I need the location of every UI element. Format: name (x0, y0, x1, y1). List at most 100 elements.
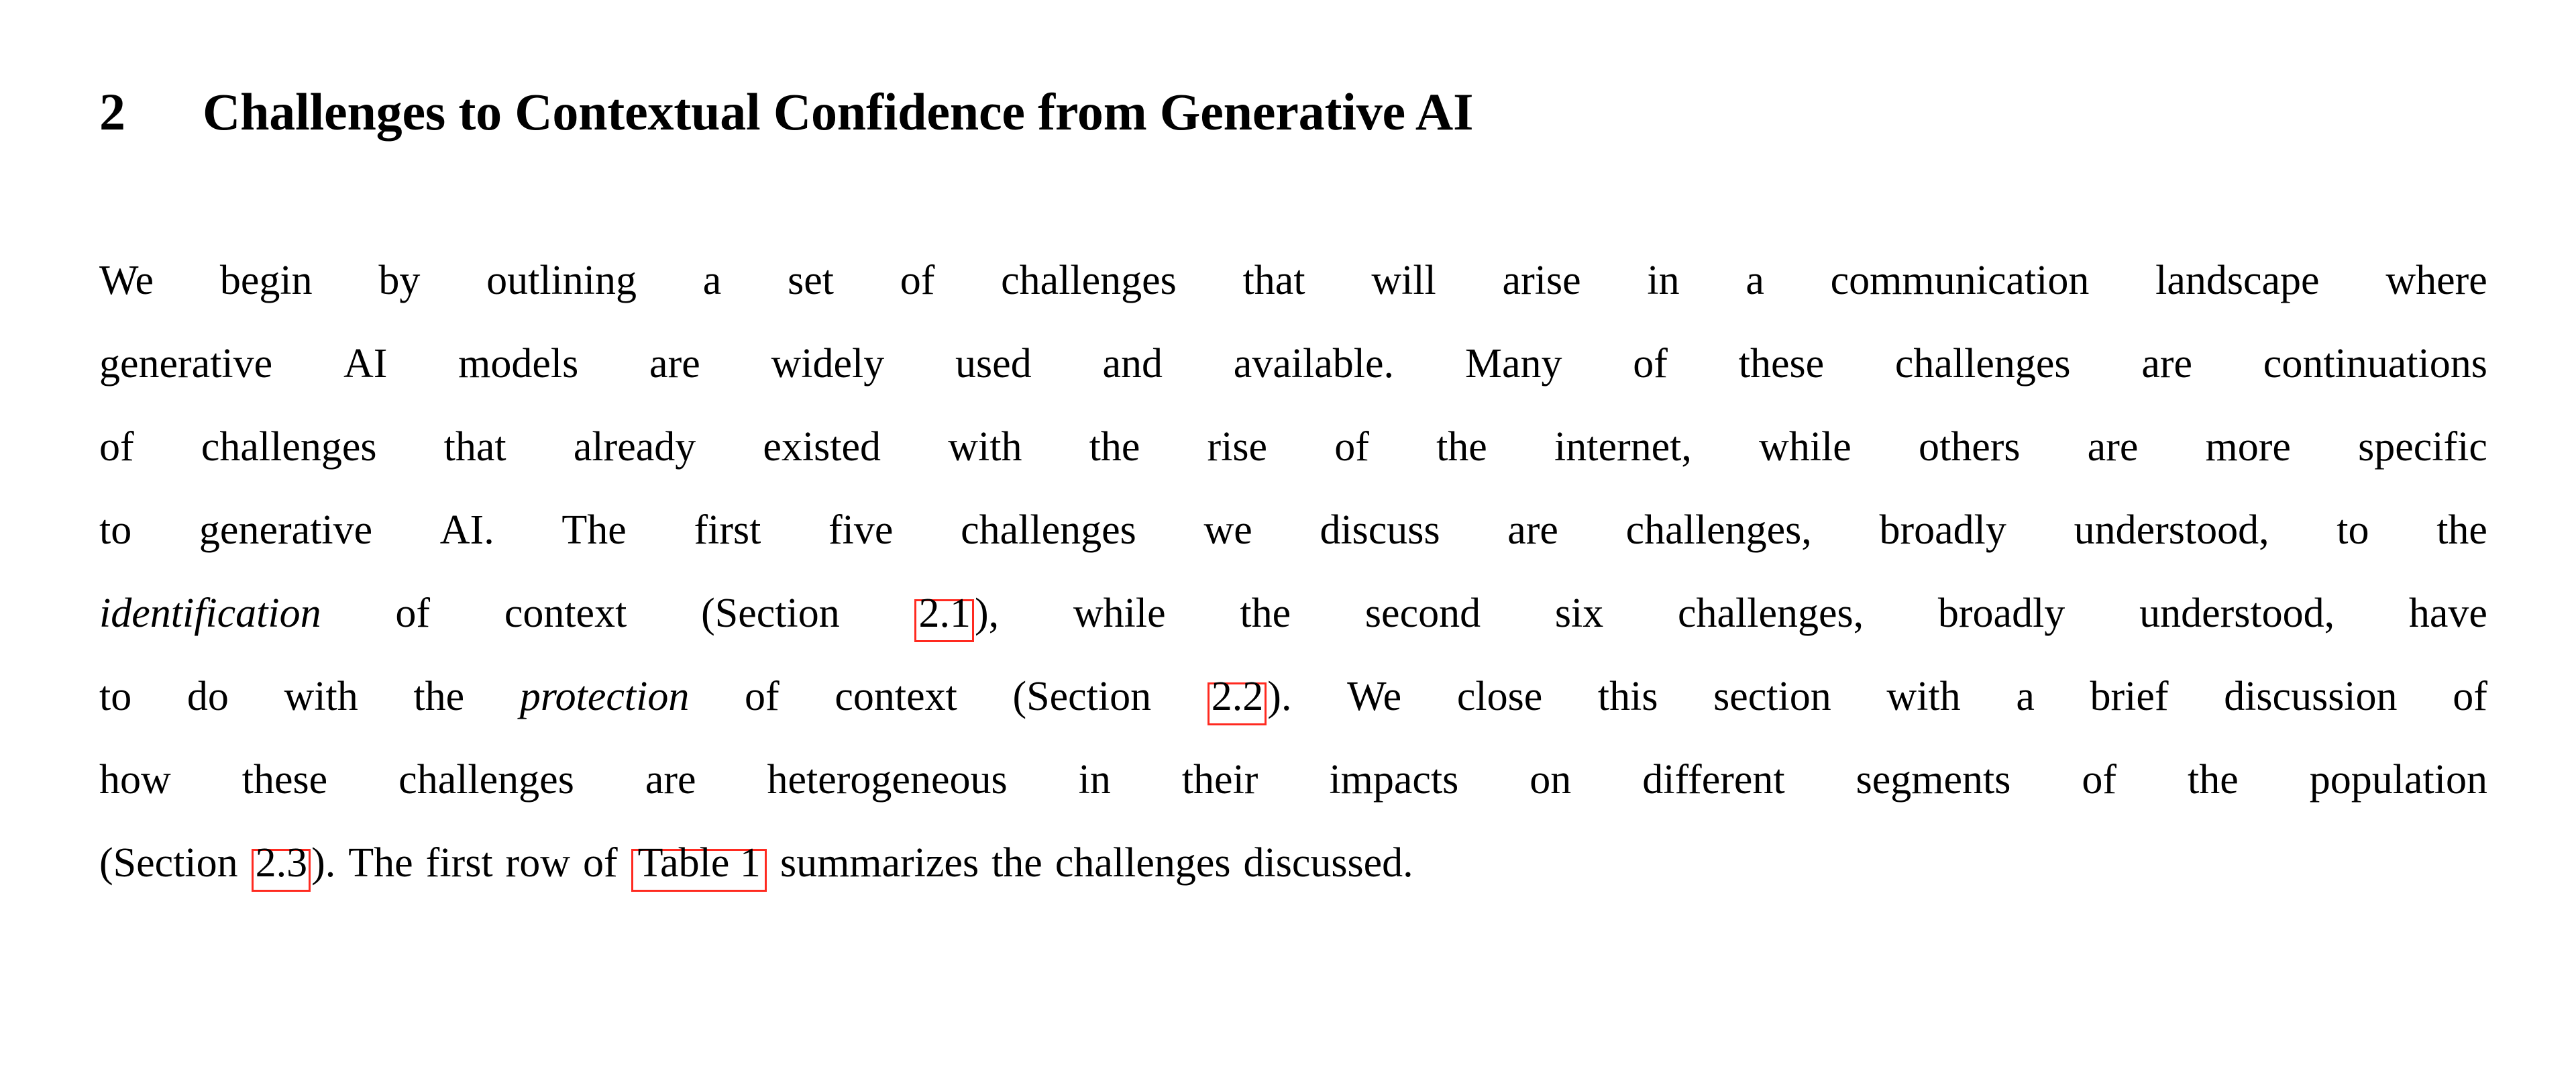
word: first (425, 840, 493, 886)
section-title: Challenges to Contextual Confidence from… (203, 83, 1474, 141)
trailing-punctuation: ). (1267, 674, 1292, 719)
word: broadly (1937, 590, 2065, 636)
word: challenges (1894, 341, 2071, 387)
word: impacts (1329, 757, 1459, 803)
word: We (1347, 674, 1402, 719)
word: have (2408, 590, 2487, 636)
word: continuations (2263, 341, 2487, 387)
word: summarizes (780, 840, 979, 886)
trailing-punctuation: ). (311, 840, 336, 886)
word: six (1554, 590, 1604, 636)
word: discussed. (1243, 840, 1413, 886)
word: The (348, 840, 413, 886)
word: (Section (701, 590, 840, 636)
word: the (2188, 757, 2239, 803)
word: arise (1502, 258, 1581, 303)
word: widely (771, 341, 885, 387)
word: to (2337, 507, 2369, 553)
word: generative (199, 507, 373, 553)
word: by (378, 258, 421, 303)
word: identification (99, 572, 321, 655)
word: of (900, 258, 935, 303)
paragraph-line: to generative AI. The first five challenges we d… (99, 489, 2487, 572)
word: challenges (201, 424, 377, 470)
word: challenges (961, 507, 1136, 553)
word: internet, (1554, 424, 1692, 470)
word: different (1642, 757, 1785, 803)
cross-reference-label: Table 1 (637, 840, 761, 886)
word: we (1203, 507, 1252, 553)
word: how (99, 757, 171, 803)
word: the (1089, 424, 1140, 470)
paragraph-line: (Section 2.3). The first row of Table 1 summari… (99, 821, 2487, 905)
paragraph-line: how these challenges are heterogeneous in thei… (99, 738, 2487, 821)
word: AI. (439, 507, 494, 553)
word: of (2082, 757, 2117, 803)
word: the (2436, 507, 2487, 553)
word: with (1886, 674, 1961, 719)
paragraph-line: of challenges that already existed with the ris… (99, 405, 2487, 489)
word: row (505, 840, 570, 886)
paragraph-line: to do with the protection of context (Section 2.… (99, 655, 2487, 738)
word: challenges (1001, 258, 1177, 303)
word: already (573, 424, 696, 470)
word: do (186, 674, 229, 719)
word: landscape (2155, 258, 2320, 303)
word: to (99, 507, 132, 553)
word: are (645, 757, 696, 803)
word: their (1181, 757, 1258, 803)
word: (Section (1012, 674, 1152, 719)
word: the (1240, 590, 1291, 636)
word: used (955, 341, 1032, 387)
word: begin (219, 258, 313, 303)
emphasized-term: identification (99, 590, 321, 636)
word: available. (1233, 341, 1395, 387)
cross-reference-link[interactable]: Table 1 (631, 842, 767, 892)
word: of (99, 424, 134, 470)
word: existed (763, 424, 881, 470)
word: heterogeneous (767, 757, 1008, 803)
word-with-reference: Table 1 (631, 821, 767, 905)
word: are (1507, 507, 1558, 553)
word: understood, (2074, 507, 2269, 553)
word: the (1436, 424, 1487, 470)
word: The (561, 507, 627, 553)
word: context (504, 590, 627, 636)
word: are (2141, 341, 2193, 387)
cross-reference-link[interactable]: 2.3 (251, 842, 311, 892)
cross-reference-label: 2.1 (918, 590, 971, 636)
word: where (2385, 258, 2487, 303)
word: challenges, (1625, 507, 1812, 553)
section-number: 2 (99, 83, 125, 141)
word: and (1102, 341, 1163, 387)
word: the (991, 840, 1042, 886)
word: challenges (398, 757, 574, 803)
word: discussion (2224, 674, 2398, 719)
word: of (2453, 674, 2487, 719)
word: segments (1856, 757, 2011, 803)
cross-reference-label: 2.3 (255, 840, 308, 886)
word: models (458, 341, 579, 387)
word: others (1918, 424, 2021, 470)
word: specific (2358, 424, 2487, 470)
word: that (1242, 258, 1305, 303)
body-paragraph: We begin by outlining a set of challenges that wi… (99, 239, 2487, 905)
word: will (1371, 258, 1436, 303)
word: of (1633, 341, 1668, 387)
word: section (1713, 674, 1831, 719)
word: the (413, 674, 465, 719)
word: five (828, 507, 894, 553)
word: Many (1464, 341, 1562, 387)
word: of (745, 674, 780, 719)
cross-reference-link[interactable]: 2.2 (1207, 676, 1267, 726)
word: context (835, 674, 957, 719)
word-with-reference: 2.3). (251, 821, 336, 905)
word: are (649, 341, 700, 387)
word: discuss (1320, 507, 1440, 553)
word: population (2309, 757, 2487, 803)
trailing-punctuation: ), (974, 590, 1000, 636)
word: outlining (486, 258, 637, 303)
paragraph-line: We begin by outlining a set of challenges that wi… (99, 239, 2487, 322)
word: a (1746, 258, 1764, 303)
cross-reference-link[interactable]: 2.1 (914, 593, 974, 643)
